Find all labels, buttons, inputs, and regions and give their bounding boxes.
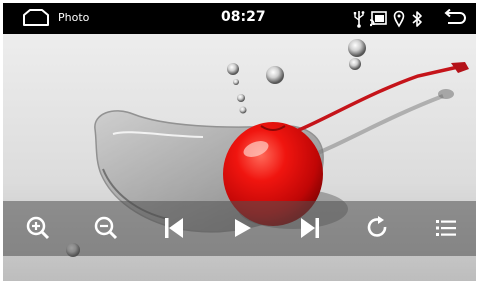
status-clock: 08:27 (221, 9, 266, 25)
usb-icon (353, 10, 365, 32)
home-button[interactable] (21, 9, 51, 27)
rotate-button[interactable] (363, 213, 393, 243)
list-icon (431, 213, 461, 243)
list-button[interactable] (431, 213, 461, 243)
location-icon (393, 10, 405, 32)
zoom-out-button[interactable] (91, 213, 121, 243)
cast-icon (369, 10, 388, 32)
status-bar: Photo 08:27 (3, 3, 476, 34)
app-title: Photo (58, 11, 90, 24)
next-icon (295, 213, 325, 243)
zoom-in-icon (23, 213, 53, 243)
next-button[interactable] (295, 213, 325, 243)
play-button[interactable] (227, 213, 257, 243)
zoom-out-icon (91, 213, 121, 243)
bluetooth-icon (411, 10, 423, 32)
rotate-icon (363, 213, 393, 243)
previous-icon (159, 213, 189, 243)
play-icon (227, 213, 257, 243)
zoom-in-button[interactable] (23, 213, 53, 243)
playback-controls (3, 201, 476, 256)
back-icon (443, 8, 467, 31)
screen: Photo 08:27 (3, 3, 476, 281)
previous-button[interactable] (159, 213, 189, 243)
back-button[interactable] (443, 8, 467, 27)
home-icon (21, 9, 51, 31)
